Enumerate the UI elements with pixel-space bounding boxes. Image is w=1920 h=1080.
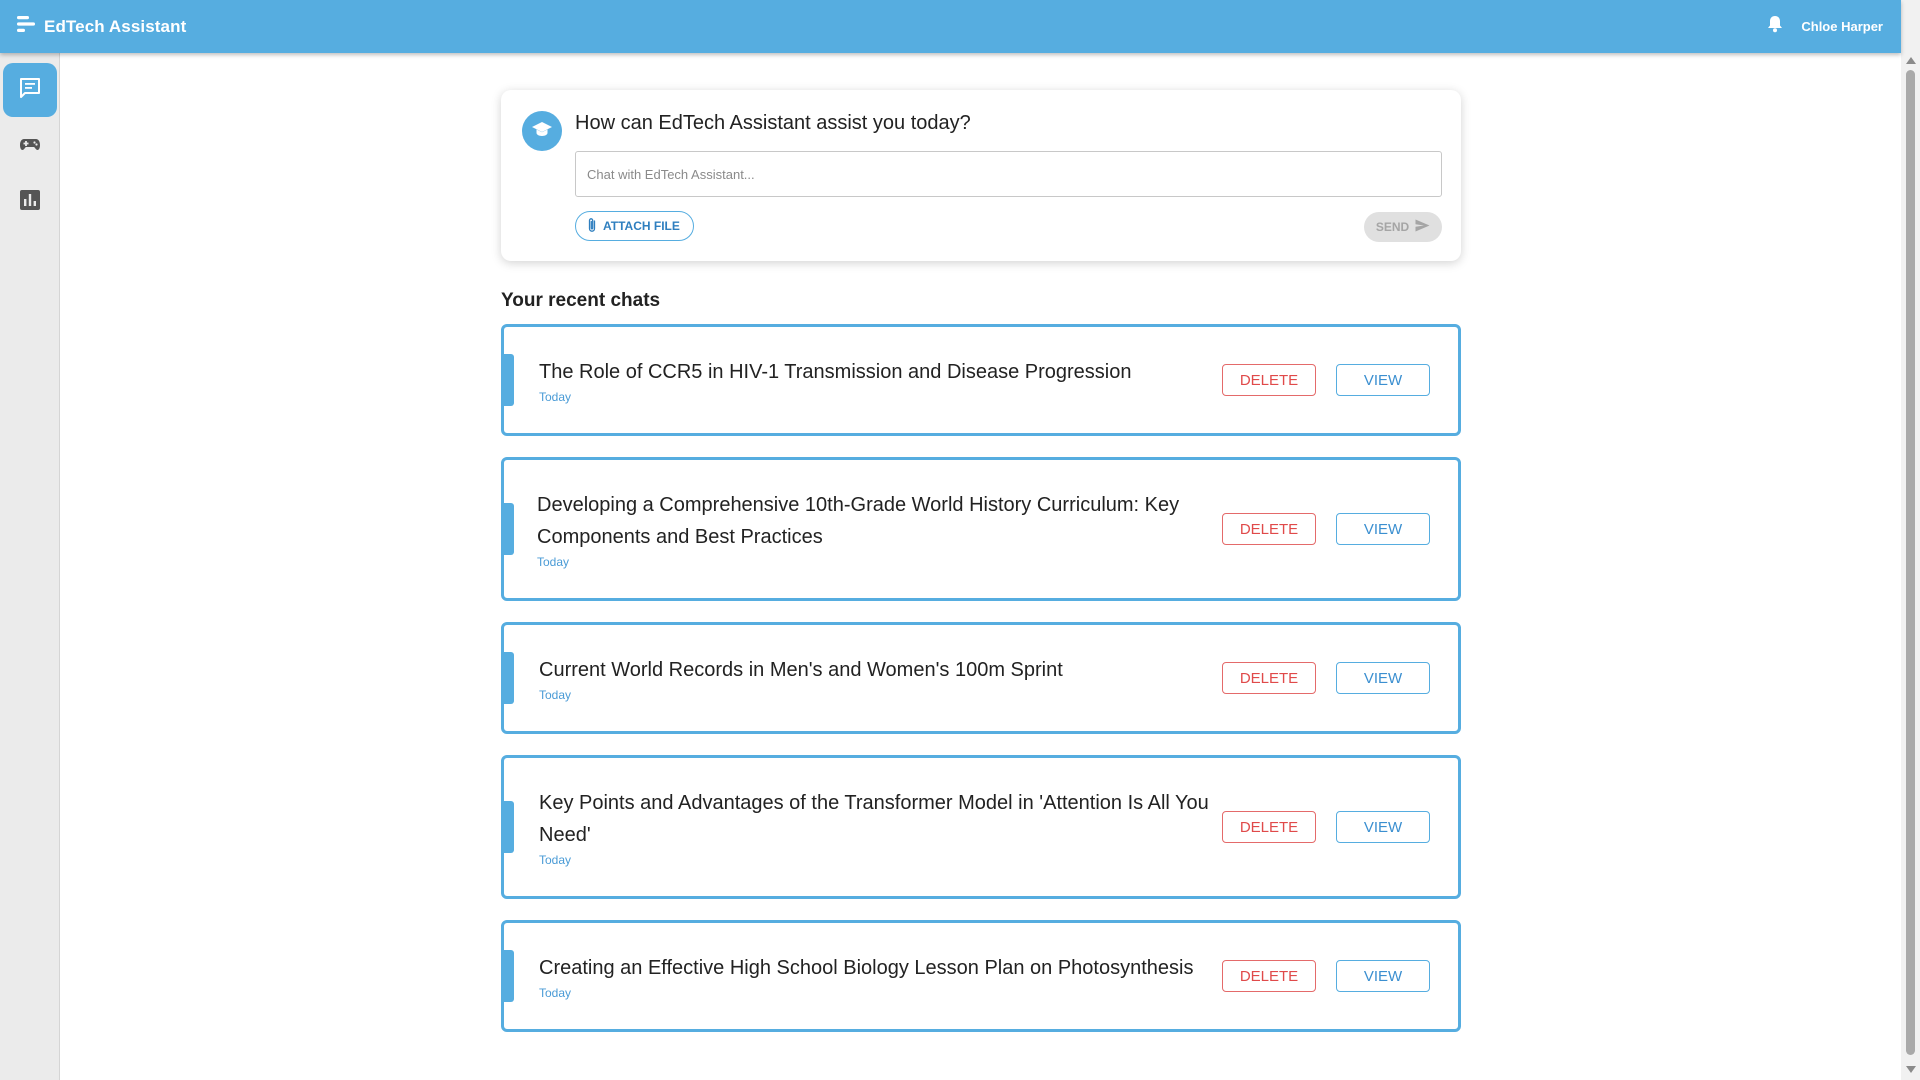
menu-lines-icon — [16, 14, 36, 39]
view-button[interactable]: VIEW — [1336, 662, 1430, 694]
accent-bar — [504, 652, 514, 704]
attach-file-button[interactable]: ATTACH FILE — [575, 211, 694, 241]
send-button[interactable]: SEND — [1364, 212, 1442, 242]
graduation-cap-icon — [531, 118, 553, 145]
accent-bar — [504, 950, 514, 1002]
chat-title: Current World Records in Men's and Women… — [539, 659, 1063, 681]
delete-button[interactable]: DELETE — [1222, 513, 1316, 545]
view-button[interactable]: VIEW — [1336, 811, 1430, 843]
list-item[interactable]: Key Points and Advantages of the Transfo… — [501, 755, 1461, 899]
delete-button[interactable]: DELETE — [1222, 960, 1316, 992]
chat-composer-card: How can EdTech Assistant assist you toda… — [501, 90, 1461, 261]
bell-icon[interactable] — [1767, 15, 1783, 38]
view-button[interactable]: VIEW — [1336, 364, 1430, 396]
paperclip-icon — [587, 217, 597, 236]
view-button[interactable]: VIEW — [1336, 513, 1430, 545]
send-icon — [1415, 219, 1430, 235]
bar-chart-icon — [19, 189, 41, 216]
chat-date: Today — [539, 986, 572, 1000]
app-title: EdTech Assistant — [44, 16, 187, 36]
scroll-down-arrow-icon[interactable] — [1906, 1066, 1916, 1073]
chat-date: Today — [539, 688, 572, 702]
chat-title: Creating an Effective High School Biolog… — [539, 957, 1194, 979]
composer-prompt: How can EdTech Assistant assist you toda… — [575, 112, 971, 134]
main-content: How can EdTech Assistant assist you toda… — [501, 90, 1461, 1053]
top-app-bar: EdTech Assistant Chloe Harper — [0, 0, 1901, 53]
recent-chats-list: The Role of CCR5 in HIV-1 Transmission a… — [501, 324, 1461, 1032]
accent-bar — [504, 503, 514, 555]
user-area: Chloe Harper — [1767, 15, 1883, 38]
list-item[interactable]: Creating an Effective High School Biolog… — [501, 920, 1461, 1032]
sidebar — [0, 53, 60, 1080]
chat-date: Today — [539, 390, 572, 404]
chat-icon — [18, 76, 42, 105]
attach-file-label: ATTACH FILE — [603, 219, 680, 233]
chat-date: Today — [537, 555, 570, 569]
user-name[interactable]: Chloe Harper — [1801, 19, 1883, 34]
list-item[interactable]: Current World Records in Men's and Women… — [501, 622, 1461, 734]
send-label: SEND — [1375, 220, 1410, 234]
list-item[interactable]: The Role of CCR5 in HIV-1 Transmission a… — [501, 324, 1461, 436]
scroll-thumb[interactable] — [1906, 70, 1915, 1055]
sidebar-item-games[interactable] — [3, 119, 57, 173]
accent-bar — [504, 801, 514, 853]
chat-input[interactable] — [575, 151, 1442, 197]
recent-chats-heading: Your recent chats — [501, 290, 661, 311]
assistant-avatar — [522, 111, 562, 151]
sidebar-item-chat[interactable] — [3, 63, 57, 117]
chat-title: Developing a Comprehensive 10th-Grade Wo… — [537, 494, 1180, 548]
brand[interactable]: EdTech Assistant — [16, 14, 186, 39]
chat-date: Today — [539, 853, 572, 867]
delete-button[interactable]: DELETE — [1222, 364, 1316, 396]
delete-button[interactable]: DELETE — [1222, 811, 1316, 843]
view-button[interactable]: VIEW — [1336, 960, 1430, 992]
chat-title: The Role of CCR5 in HIV-1 Transmission a… — [539, 361, 1132, 383]
list-item[interactable]: Developing a Comprehensive 10th-Grade Wo… — [501, 457, 1461, 601]
delete-button[interactable]: DELETE — [1222, 662, 1316, 694]
gamepad-icon — [18, 132, 42, 161]
accent-bar — [504, 354, 514, 406]
scroll-up-arrow-icon[interactable] — [1906, 57, 1916, 64]
page-scrollbar[interactable] — [1901, 0, 1920, 1080]
sidebar-item-analytics[interactable] — [3, 175, 57, 229]
chat-title: Key Points and Advantages of the Transfo… — [539, 792, 1209, 846]
